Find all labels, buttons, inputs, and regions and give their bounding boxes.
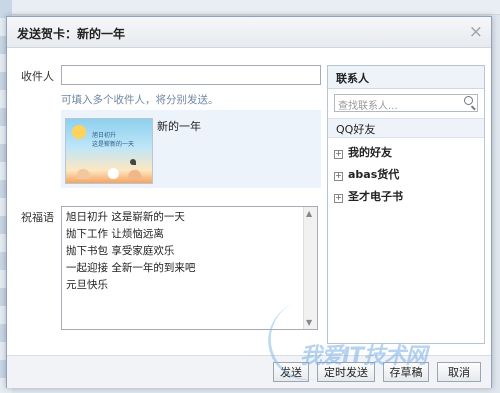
message-label: 祝福语 bbox=[21, 211, 54, 224]
tab-qq-friends[interactable]: QQ好友 bbox=[328, 118, 484, 138]
send-button[interactable]: 发送 bbox=[273, 362, 309, 382]
group-label: 圣才电子书 bbox=[348, 190, 403, 203]
dialog-title: 发送贺卡：新的一年 bbox=[17, 27, 126, 41]
bird-icon bbox=[130, 159, 136, 165]
contact-group-my-friends[interactable]: + 我的好友 bbox=[334, 144, 392, 160]
message-scrollbar[interactable]: ▲ ▼ bbox=[303, 207, 317, 329]
card-thumbnail[interactable]: 旭日初升 这是崭新的一天 bbox=[65, 118, 153, 184]
close-icon[interactable]: × bbox=[469, 22, 483, 42]
save-draft-button[interactable]: 存草稿 bbox=[383, 362, 429, 382]
search-icon[interactable] bbox=[464, 96, 473, 105]
dialog-footer: 发送 定时发送 存草稿 取消 bbox=[7, 355, 491, 388]
sun-icon bbox=[72, 125, 86, 139]
message-line: 抛下书包 享受家庭欢乐 bbox=[66, 245, 175, 257]
message-line: 抛下工作 让烦恼远离 bbox=[66, 228, 164, 240]
message-line: 元旦快乐 bbox=[66, 279, 108, 291]
title-bar: 发送贺卡：新的一年 × bbox=[7, 17, 491, 48]
group-label: 我的好友 bbox=[348, 146, 392, 159]
recipient-label: 收件人 bbox=[21, 70, 54, 83]
scroll-up-icon[interactable]: ▲ bbox=[306, 209, 312, 218]
expand-icon[interactable]: + bbox=[334, 150, 343, 159]
contact-search-input[interactable]: 查找联系人... bbox=[334, 94, 478, 112]
send-card-dialog: 发送贺卡：新的一年 × 收件人 可填入多个收件人，将分别发送。 旭日初升 这是崭… bbox=[6, 16, 492, 388]
card-thumb-text-2: 这是崭新的一天 bbox=[92, 141, 135, 148]
message-textarea[interactable]: 旭日初升 这是崭新的一天 抛下工作 让烦恼远离 抛下书包 享受家庭欢乐一起迎接 全新… bbox=[61, 206, 318, 330]
recipient-input[interactable] bbox=[61, 65, 321, 85]
message-line: 旭日初升 这是崭新的一天 bbox=[66, 211, 185, 223]
message-text: 旭日初升 这是崭新的一天 抛下工作 让烦恼远离 抛下书包 享受家庭欢乐一起迎接 全新… bbox=[66, 209, 195, 294]
blossom-branch bbox=[66, 161, 152, 179]
background-top bbox=[12, 0, 500, 15]
expand-icon[interactable]: + bbox=[334, 172, 343, 181]
contacts-title: 联系人 bbox=[336, 72, 369, 85]
schedule-send-button[interactable]: 定时发送 bbox=[317, 362, 375, 382]
search-placeholder: 查找联系人... bbox=[338, 101, 398, 112]
contacts-header: 联系人 bbox=[328, 66, 484, 89]
contacts-panel: 联系人 查找联系人... QQ好友 + 我的好友 + abas货代 + 圣才电子书 bbox=[327, 65, 485, 344]
tab-qq-friends-label: QQ好友 bbox=[336, 123, 376, 136]
cancel-button[interactable]: 取消 bbox=[437, 362, 481, 382]
group-label: abas货代 bbox=[348, 168, 400, 181]
scroll-down-icon[interactable]: ▼ bbox=[306, 318, 312, 327]
message-line: 一起迎接 全新一年的到来吧 bbox=[66, 262, 196, 274]
contact-group-shengcai[interactable]: + 圣才电子书 bbox=[334, 188, 403, 204]
recipient-hint: 可填入多个收件人，将分别发送。 bbox=[61, 94, 219, 106]
card-thumb-text-1: 旭日初升 bbox=[92, 132, 117, 139]
contact-group-abas[interactable]: + abas货代 bbox=[334, 166, 399, 182]
expand-icon[interactable]: + bbox=[334, 194, 343, 203]
card-name: 新的一年 bbox=[157, 120, 201, 133]
card-preview: 旭日初升 这是崭新的一天 新的一年 bbox=[61, 110, 321, 188]
